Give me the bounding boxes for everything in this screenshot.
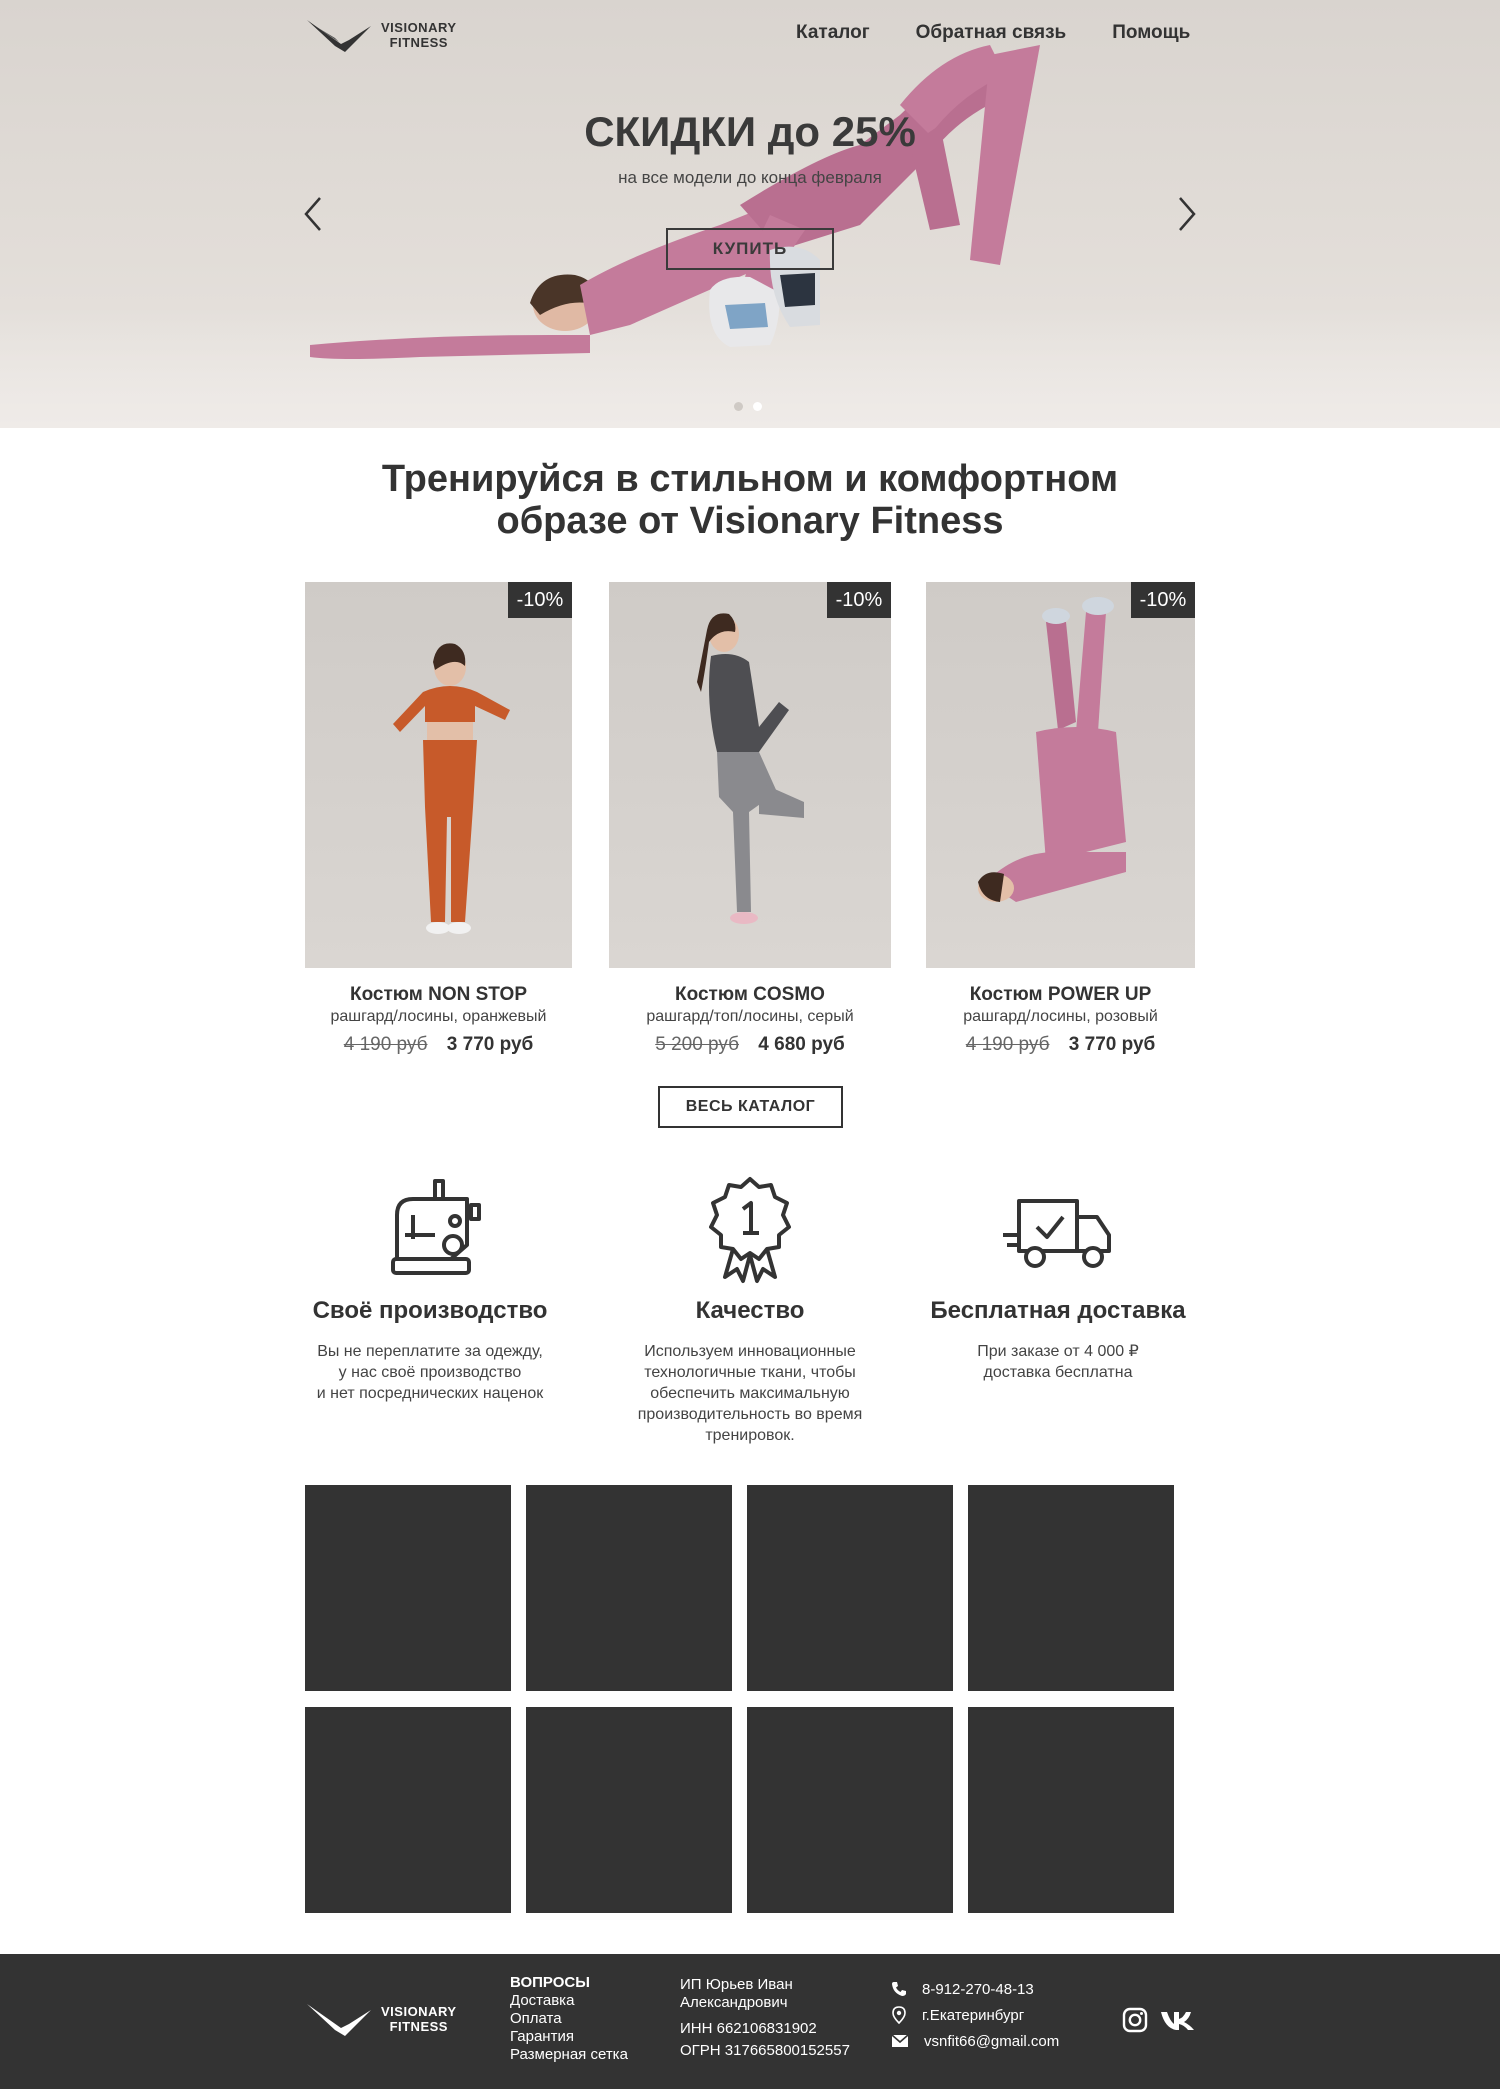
feature-title: Качество [695,1297,805,1324]
logo-wing-icon [307,2004,371,2036]
new-price: 3 770 руб [1068,1034,1156,1055]
sewing-machine-icon [391,1179,481,1275]
contact-phone[interactable]: 8-912-270-48-13 [890,1980,1034,1998]
legal-inn: ИНН 662106831902 [680,2020,817,2037]
hero-subtitle: на все модели до конца февраля [618,168,882,187]
hero-title: СКИДКИ до 25% [584,108,916,155]
nav-feedback[interactable]: Обратная связь [916,22,1067,44]
contact-city: г.Екатеринбург [890,2006,1024,2024]
mail-icon [891,2034,909,2047]
new-price: 3 770 руб [446,1034,534,1055]
contact-email[interactable]: vsnfit66@gmail.com [890,2032,1059,2050]
vk-icon[interactable] [1160,2007,1196,2033]
brand-logo[interactable]: VISIONARY FITNESS [305,16,457,54]
feature-delivery: Бесплатная доставка При заказе от 4 000 … [908,1175,1208,1383]
feature-title: Бесплатная доставка [930,1297,1186,1324]
feature-text: Вы не переплатите за одежду, у нас своё … [316,1343,544,1402]
footer-link-payment[interactable]: Оплата [510,2010,628,2028]
email-address[interactable]: vsnfit66@gmail.com [924,2033,1059,2050]
section-title: Тренируйся в стильном и комфортном образ… [0,458,1500,542]
feature-title: Своё производство [312,1297,548,1324]
hero-model-image [310,45,1040,359]
discount-badge: -10% [827,582,891,618]
product-prices: 4 190 руб 3 770 руб [305,1034,572,1056]
footer-link-warranty[interactable]: Гарантия [510,2028,628,2046]
footer: VISIONARY FITNESS ВОПРОСЫ Доставка Оплат… [0,1954,1500,2089]
new-price: 4 680 руб [758,1034,845,1055]
slider-dot-2[interactable] [753,402,762,411]
feature-production: Своё производство Вы не переплатите за о… [280,1175,580,1404]
gallery-tile[interactable] [747,1485,953,1691]
product-description: рашгард/топ/лосины, серый [646,1008,854,1025]
phone-number[interactable]: 8-912-270-48-13 [922,1981,1034,1998]
footer-questions: ВОПРОСЫ Доставка Оплата Гарантия Размерн… [510,1974,628,2064]
gallery-tile[interactable] [968,1707,1174,1913]
product-prices: 5 200 руб 4 680 руб [609,1034,891,1056]
hero-banner: VISIONARY FITNESS Каталог Обратная связь… [0,0,1500,428]
legal-owner-line1: ИП Юрьев Иван [680,1976,793,1993]
footer-link-delivery[interactable]: Доставка [510,1992,628,2010]
product-photo-cosmo [697,613,804,924]
section-title-line1: Тренируйся в стильном и комфортном [381,458,1119,500]
product-photo-power-up [978,597,1126,902]
instagram-icon[interactable] [1122,2007,1148,2033]
award-ribbon-icon [709,1177,791,1283]
section-title-line2: образе от Visionary Fitness [496,500,1004,542]
feature-text: Используем инновационные технологичные т… [637,1343,863,1444]
product-image[interactable]: -10% [926,582,1195,968]
feature-quality: Качество Используем инновационные технол… [600,1175,900,1446]
footer-brand-logo[interactable]: VISIONARY FITNESS [305,2000,457,2038]
discount-badge: -10% [508,582,572,618]
gallery-tile[interactable] [526,1707,732,1913]
old-price: 4 190 руб [343,1034,428,1055]
nav-help[interactable]: Помощь [1112,22,1190,44]
slider-dot-1[interactable] [734,402,743,411]
city-name: г.Екатеринбург [922,2006,1025,2024]
footer-legal: ИП Юрьев Иван Александрович ИНН 66210683… [680,1976,850,2060]
nav-catalog[interactable]: Каталог [796,22,870,44]
product-name[interactable]: Костюм NON STOP [305,984,572,1006]
old-price: 5 200 руб [655,1034,739,1055]
product-prices: 4 190 руб 3 770 руб [926,1034,1195,1056]
brand-name-line1: VISIONARY [381,20,457,35]
gallery-tile[interactable] [305,1707,511,1913]
discount-badge: -10% [1131,582,1195,618]
delivery-truck-icon [1003,1199,1111,1268]
old-price: 4 190 руб [965,1034,1050,1055]
location-pin-icon [892,2006,906,2024]
product-image[interactable]: -10% [609,582,891,968]
product-image[interactable]: -10% [305,582,572,968]
product-card[interactable]: -10% Костюм POWER UP рашгард/лосины, роз… [926,582,1195,1056]
phone-icon [892,1982,906,1996]
gallery-tile[interactable] [747,1707,953,1913]
legal-owner-line2: Александрович [680,1994,788,2011]
footer-questions-heading: ВОПРОСЫ [510,1974,590,1991]
logo-wing-icon [307,20,371,52]
product-name[interactable]: Костюм COSMO [609,984,891,1006]
main-nav: Каталог Обратная связь Помощь [796,22,1190,44]
gallery-tile[interactable] [305,1485,511,1691]
product-name[interactable]: Костюм POWER UP [926,984,1195,1006]
legal-ogrn: ОГРН 317665800152557 [680,2042,850,2059]
product-card[interactable]: -10% Костюм NON STOP рашгард/лосины, ора… [305,582,572,1056]
slider-dots [734,402,762,411]
hero-buy-button[interactable]: КУПИТЬ [666,228,834,270]
brand-name-line2: FITNESS [389,2019,448,2034]
brand-name-line2: FITNESS [389,35,448,50]
feature-text: При заказе от 4 000 ₽ доставка бесплатна [977,1343,1139,1381]
footer-link-size-chart[interactable]: Размерная сетка [510,2046,628,2064]
slider-prev-arrow-icon[interactable] [300,194,328,234]
gallery-tile[interactable] [968,1485,1174,1691]
product-photo-non-stop [393,643,510,934]
product-description: рашгард/лосины, оранжевый [330,1008,547,1025]
full-catalog-button[interactable]: ВЕСЬ КАТАЛОГ [658,1086,843,1128]
slider-next-arrow-icon[interactable] [1172,194,1200,234]
product-card[interactable]: -10% Костюм COSMO рашгард/топ/лосины, се… [609,582,891,1056]
gallery-tile[interactable] [526,1485,732,1691]
brand-name-line1: VISIONARY [381,2004,457,2019]
product-description: рашгард/лосины, розовый [963,1008,1158,1025]
